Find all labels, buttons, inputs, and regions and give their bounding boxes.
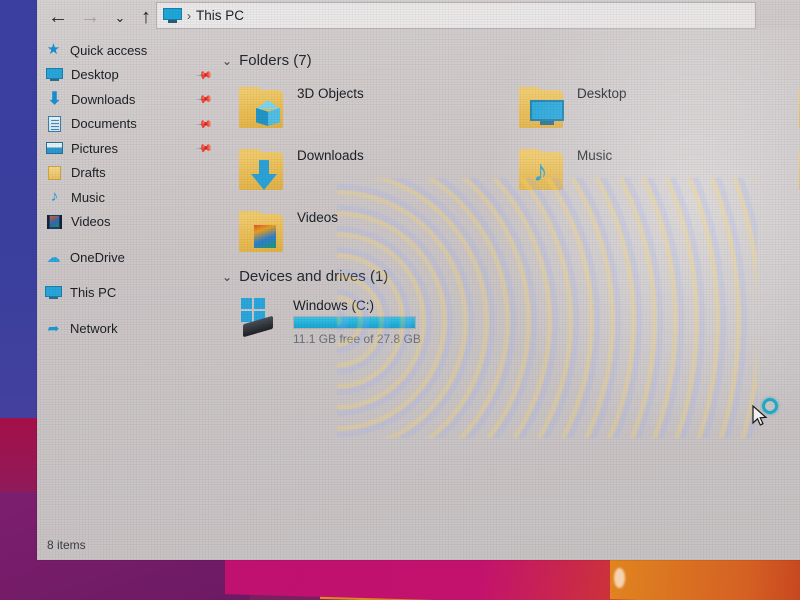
picture-icon <box>46 140 63 156</box>
sidebar-item-label: OneDrive <box>70 249 125 265</box>
windows-drive-icon <box>237 296 285 340</box>
file-explorer-window: ← → ⌄ ↑ › This PC ★ Quick access Desktop… <box>37 0 800 560</box>
download-icon: ⬇ <box>47 89 62 109</box>
drive-item-windows-c[interactable]: Windows (C:) 11.1 GB free of 27.8 GB <box>237 296 421 346</box>
navigation-bar: ← → ⌄ ↑ › This PC <box>37 0 800 36</box>
mouse-pointer-icon <box>752 405 768 426</box>
sidebar-item-label: Videos <box>71 214 111 230</box>
network-icon: ➦ <box>47 320 60 337</box>
sidebar-item-label: This PC <box>70 285 117 301</box>
sidebar-item-label: Downloads <box>71 91 136 107</box>
folder-item-videos[interactable]: Videos <box>237 206 487 262</box>
folder-label: 3D Objects <box>297 86 364 101</box>
sidebar-item-label: Documents <box>71 116 137 132</box>
star-icon: ★ <box>46 41 61 59</box>
item-count-label: 8 items <box>47 538 86 552</box>
folder-item-3d-objects[interactable]: 3D Objects <box>237 82 487 138</box>
drive-capacity-bar <box>293 316 416 329</box>
wallpaper-band-blue <box>0 0 40 420</box>
folder-label: Videos <box>297 210 339 225</box>
wallpaper-band-crimson <box>0 418 40 498</box>
arrow-up-icon: ↑ <box>141 6 151 28</box>
chevron-down-icon[interactable]: ⌄ <box>222 55 232 67</box>
folder-icon-3d-objects <box>237 86 289 134</box>
cloud-icon: ☁ <box>46 249 61 266</box>
group-header-folders[interactable]: ⌄ Folders (7) <box>222 52 312 69</box>
chevron-down-icon: ⌄ <box>114 9 126 25</box>
sidebar-item-label: Network <box>70 320 118 336</box>
folder-icon-videos <box>237 210 289 258</box>
breadcrumb[interactable]: This PC <box>196 8 244 23</box>
sidebar-item-label: Pictures <box>71 140 118 156</box>
folder-label: Desktop <box>577 86 627 101</box>
sidebar-item-label: Drafts <box>71 165 106 181</box>
drive-free-space-text: 11.1 GB free of 27.8 GB <box>293 332 421 346</box>
arrow-right-icon: → <box>80 6 100 28</box>
breadcrumb-separator: › <box>187 8 191 23</box>
screen: ← → ⌄ ↑ › This PC ★ Quick access Desktop… <box>0 0 800 600</box>
wallpaper-highlight <box>614 568 625 588</box>
sidebar-item-label: Desktop <box>71 67 119 83</box>
folder-icon-downloads <box>237 148 289 196</box>
group-title: Folders (7) <box>239 52 312 69</box>
sidebar-item-label: Music <box>71 189 105 205</box>
film-icon <box>46 214 63 230</box>
monitor-icon <box>46 67 63 83</box>
folder-item-music[interactable]: ♪ Music <box>517 144 767 200</box>
forward-button[interactable]: → <box>75 2 105 32</box>
folder-icon <box>46 165 63 181</box>
music-note-icon: ♪ <box>533 155 548 188</box>
folder-item-desktop[interactable]: Desktop <box>517 82 767 138</box>
back-button[interactable]: ← <box>43 2 73 32</box>
drive-label: Windows (C:) <box>293 298 375 313</box>
music-note-icon: ♪ <box>50 188 59 206</box>
folder-item-downloads[interactable]: Downloads <box>237 144 487 200</box>
folder-label: Downloads <box>297 148 364 163</box>
folder-label: Music <box>577 148 613 163</box>
sidebar-item-label: Quick access <box>70 42 148 58</box>
group-title: Devices and drives (1) <box>239 268 389 285</box>
this-pc-icon <box>45 285 62 301</box>
status-bar: 8 items <box>37 530 800 560</box>
chevron-down-icon[interactable]: ⌄ <box>222 271 232 283</box>
drive-info: Windows (C:) 11.1 GB free of 27.8 GB <box>293 296 421 346</box>
arrow-left-icon: ← <box>48 6 68 28</box>
content-pane: ⌄ Folders (7) 3D Objects Downloads Video… <box>182 40 800 518</box>
folder-icon-music: ♪ <box>517 148 569 196</box>
address-bar[interactable]: › This PC <box>156 2 756 29</box>
this-pc-icon <box>163 8 182 23</box>
document-icon <box>46 115 63 132</box>
group-header-devices[interactable]: ⌄ Devices and drives (1) <box>222 268 388 285</box>
folder-icon-desktop <box>517 86 569 134</box>
